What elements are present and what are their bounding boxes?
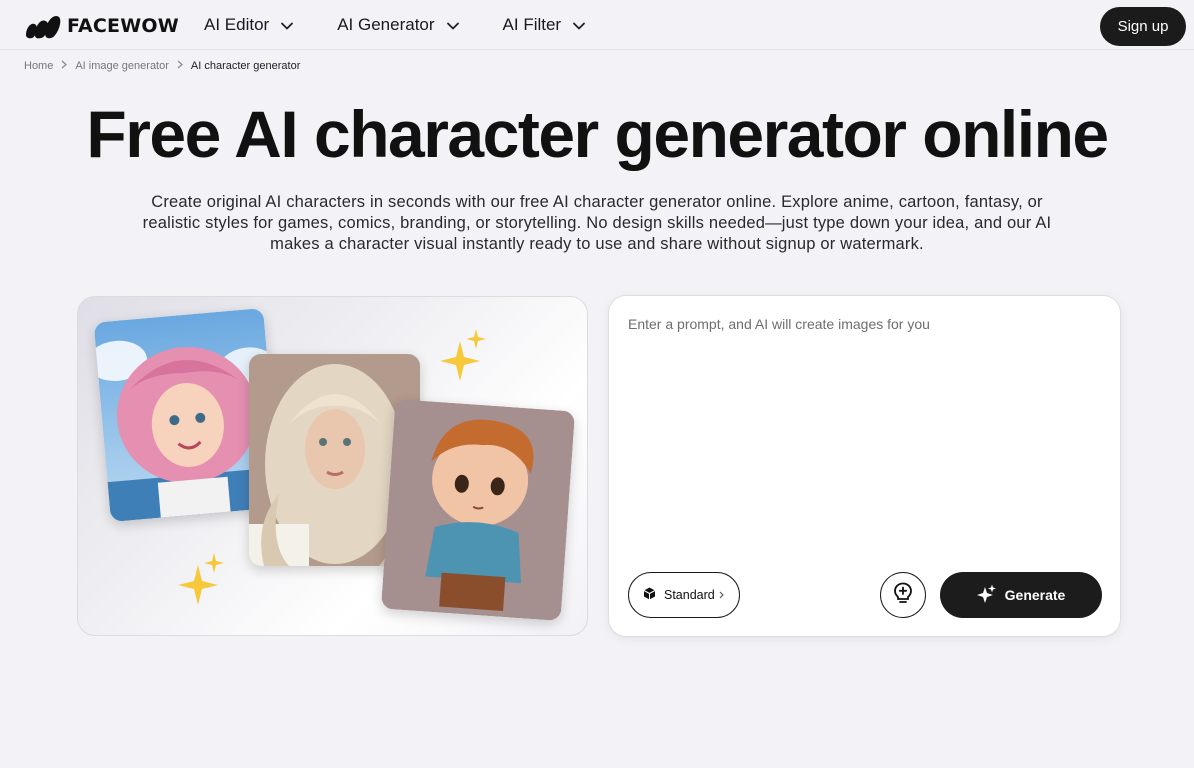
page-title: Free AI character generator online <box>86 97 1109 171</box>
nav-label: AI Filter <box>502 15 562 34</box>
chevron-down-icon <box>446 15 459 35</box>
nav-ai-filter[interactable]: AI Filter <box>503 15 586 35</box>
chevron-down-icon <box>281 15 294 35</box>
page-subtitle: Create original AI characters in seconds… <box>142 193 1052 253</box>
sparkle-icon <box>976 584 997 607</box>
signup-button[interactable]: Sign up <box>1100 7 1186 46</box>
breadcrumb-ai-image-generator[interactable]: AI image generator <box>75 60 169 72</box>
chevron-right-icon <box>61 60 68 72</box>
chevron-down-icon <box>573 15 585 35</box>
generate-label: Generate <box>1004 587 1066 603</box>
sparkle-icon <box>176 551 226 612</box>
prompt-input[interactable] <box>628 316 1098 556</box>
chevron-right-icon <box>719 588 724 602</box>
sparkle-icon <box>438 327 488 388</box>
example-image-cartoon-boy <box>380 398 576 622</box>
generate-button[interactable]: Generate <box>940 572 1102 618</box>
breadcrumb: Home AI image generator AI character gen… <box>24 60 300 72</box>
nav-label: AI Generator <box>337 15 435 34</box>
top-header: FACEWOW AI Editor AI Generator AI Filter… <box>0 0 1194 50</box>
model-label: Standard <box>664 588 715 602</box>
breadcrumb-current: AI character generator <box>190 60 301 72</box>
chevron-right-icon <box>177 60 183 72</box>
facewow-logo-icon <box>24 13 62 39</box>
nav-ai-editor[interactable]: AI Editor <box>204 15 294 35</box>
brand-logo[interactable]: FACEWOW <box>24 12 179 40</box>
prompt-idea-button[interactable] <box>880 572 926 618</box>
example-images-card <box>77 296 588 636</box>
nav-label: AI Editor <box>204 15 270 34</box>
nav-ai-generator[interactable]: AI Generator <box>337 15 459 35</box>
brand-name: FACEWOW <box>67 15 179 37</box>
prompt-card: Standard Generate <box>608 295 1121 637</box>
breadcrumb-home[interactable]: Home <box>24 60 53 72</box>
cube-icon <box>643 587 656 603</box>
model-select-button[interactable]: Standard <box>628 572 740 618</box>
main-nav: AI Editor AI Generator AI Filter <box>204 0 629 50</box>
lightbulb-plus-icon <box>893 582 913 609</box>
